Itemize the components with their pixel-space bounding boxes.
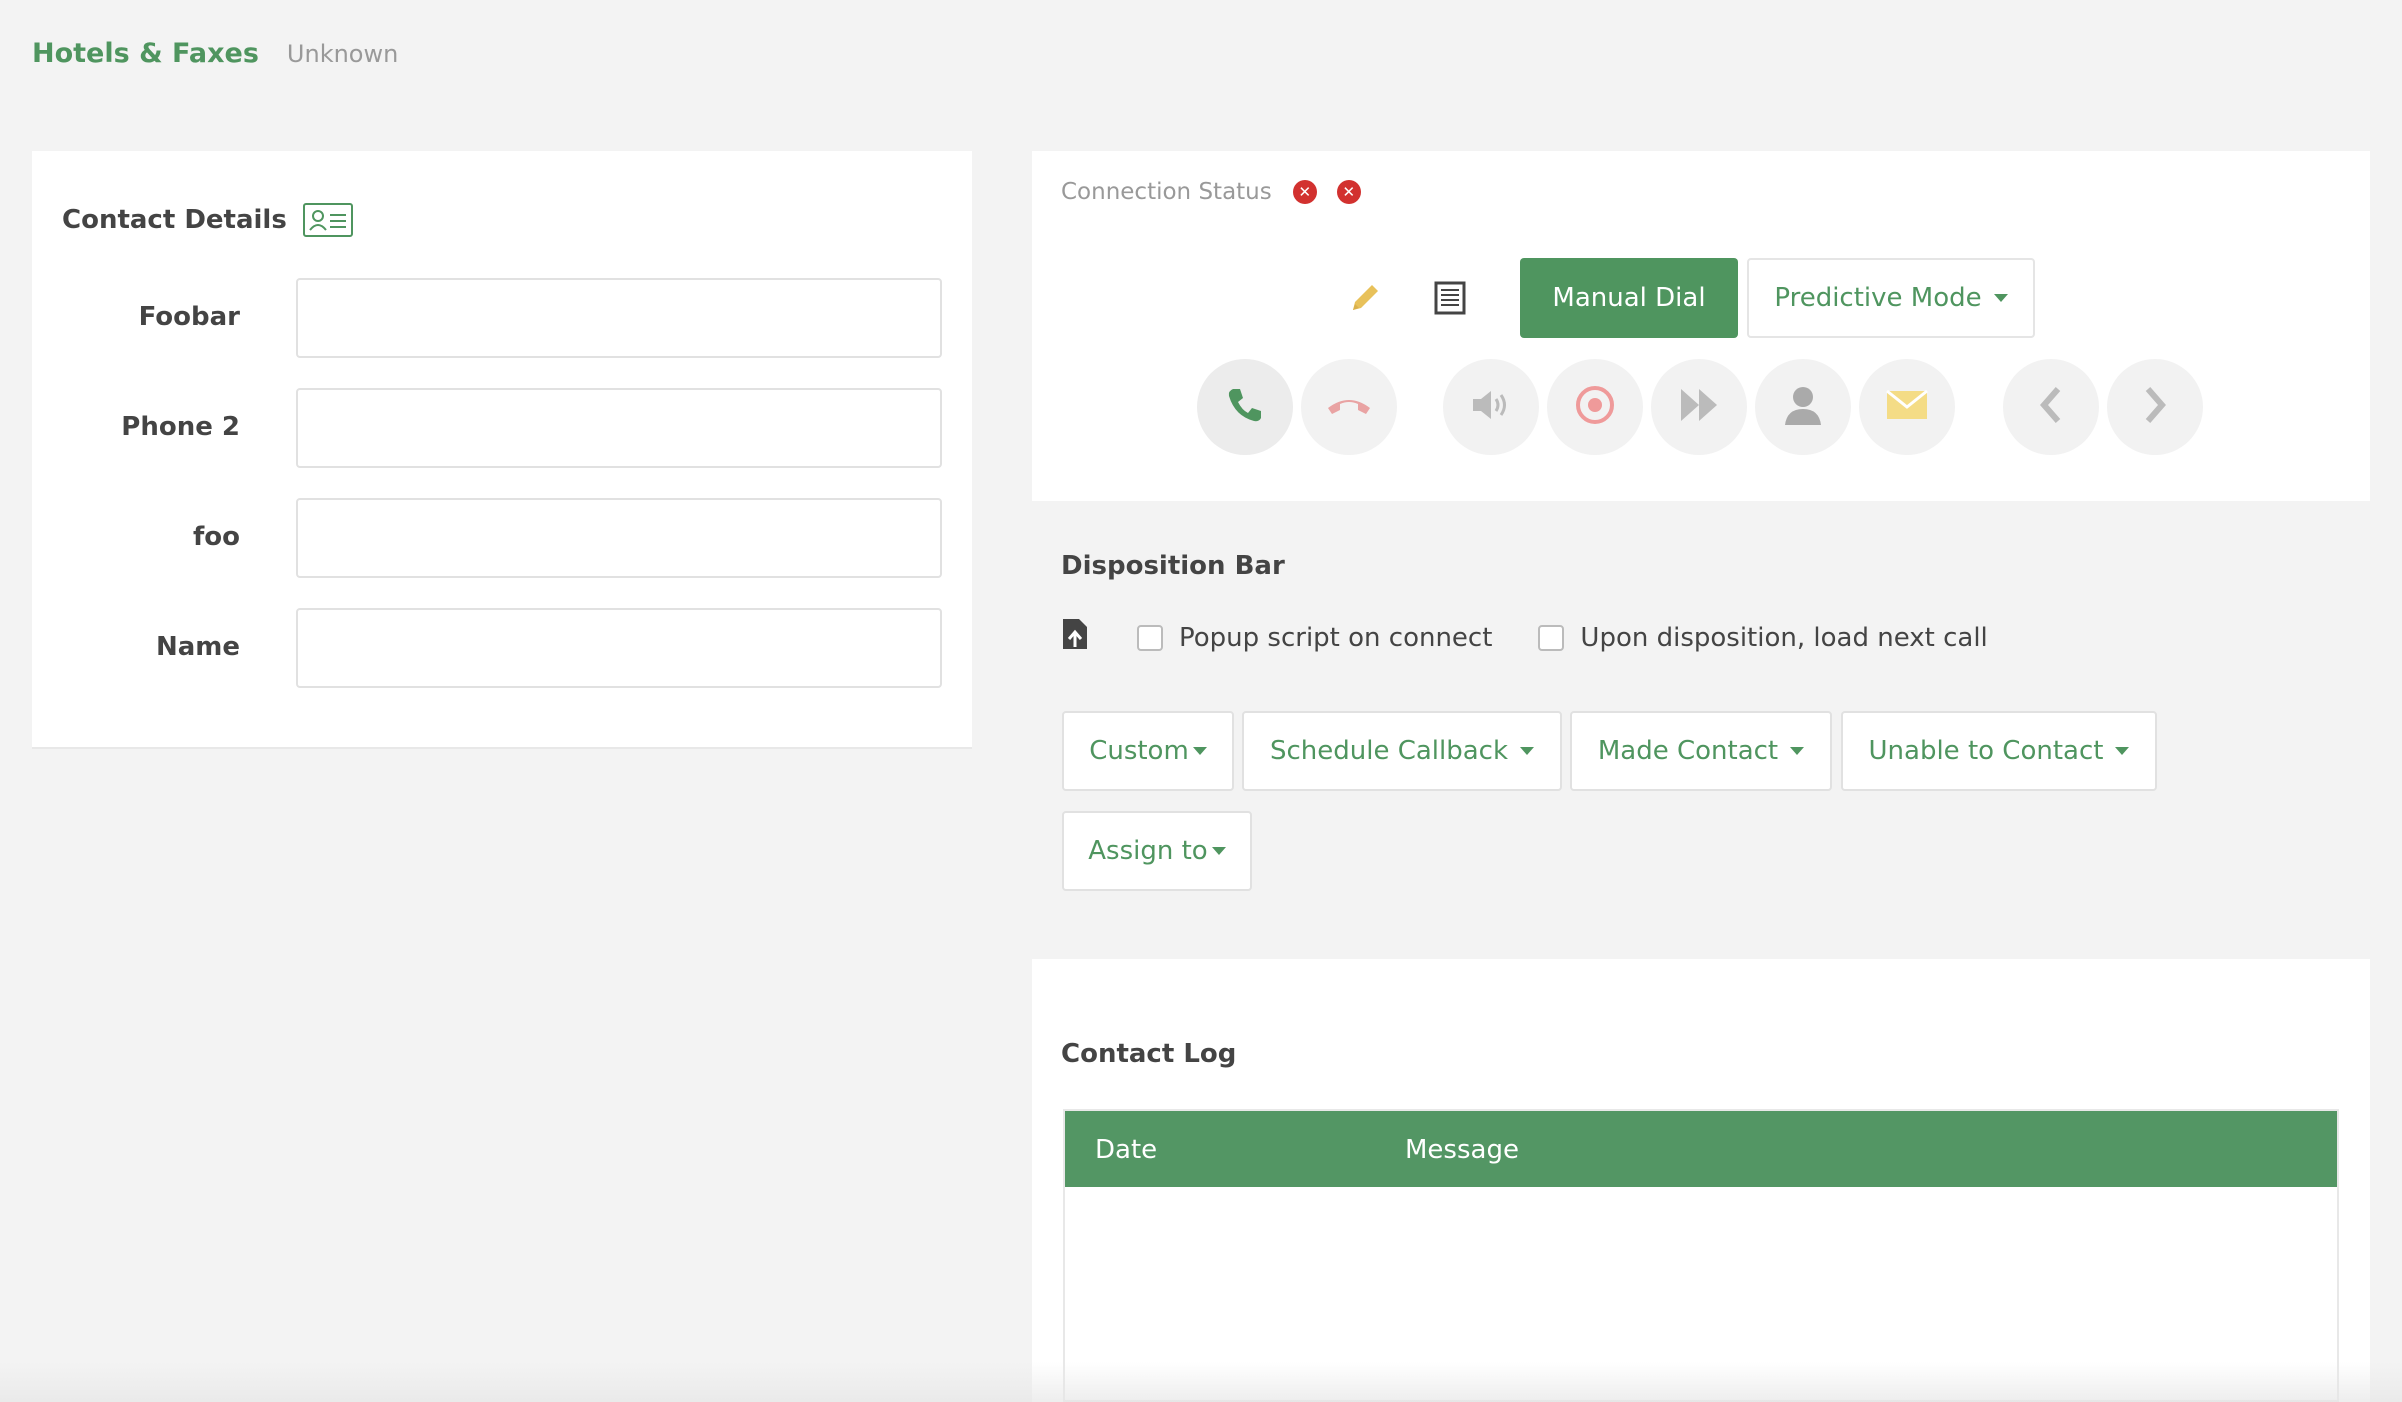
field-input-foobar[interactable] — [296, 278, 942, 358]
made-contact-label: Made Contact — [1597, 736, 1779, 766]
unable-to-contact-dropdown[interactable]: Unable to Contact — [1841, 711, 2157, 791]
contact-log-panel: Contact Log Date Message — [1032, 959, 2370, 1402]
chevron-left-icon — [2036, 385, 2066, 429]
email-button[interactable] — [1859, 359, 1955, 455]
disconnected-icon: ✕ — [1292, 180, 1317, 204]
field-label-phone-2: Phone 2 — [121, 412, 240, 442]
fast-forward-icon — [1677, 385, 1721, 429]
volume-icon — [1469, 385, 1513, 429]
disposition-options: Popup script on connect Upon disposition… — [1061, 617, 1988, 658]
volume-button[interactable] — [1443, 359, 1539, 455]
campaign-title[interactable]: Hotels & Faxes — [32, 38, 259, 69]
field-input-name[interactable] — [296, 608, 942, 688]
chevron-down-icon — [1520, 747, 1535, 755]
pencil-icon[interactable] — [1345, 278, 1385, 318]
field-label-foo: foo — [192, 522, 240, 552]
contact-log-table: Date Message — [1063, 1109, 2339, 1402]
chevron-down-icon — [1211, 847, 1226, 855]
assign-to-label: Assign to — [1088, 836, 1208, 866]
chevron-down-icon — [2115, 747, 2130, 755]
column-header-date[interactable]: Date — [1095, 1135, 1157, 1165]
custom-label: Custom — [1089, 736, 1189, 766]
bottom-fade — [0, 1362, 2402, 1402]
unable-to-contact-label: Unable to Contact — [1868, 736, 2104, 766]
form-row-name: Name — [32, 608, 972, 688]
dialer-panel: Connection Status ✕ ✕ Manual Dial Predic… — [1032, 151, 2370, 501]
predictive-mode-label: Predictive Mode — [1774, 283, 1982, 313]
schedule-callback-dropdown[interactable]: Schedule Callback — [1242, 711, 1562, 791]
disposition-title: Disposition Bar — [1061, 551, 1285, 581]
disconnected-icon: ✕ — [1336, 180, 1361, 204]
table-header: Date Message — [1065, 1111, 2337, 1187]
mail-icon — [1885, 387, 1929, 427]
phone-icon — [1223, 383, 1267, 431]
column-header-message[interactable]: Message — [1405, 1135, 1519, 1165]
skip-button[interactable] — [1651, 359, 1747, 455]
contact-details-heading: Contact Details — [62, 203, 353, 237]
load-next-call-checkbox[interactable] — [1538, 624, 1565, 651]
chevron-down-icon — [1192, 747, 1207, 755]
vcard-icon[interactable] — [302, 203, 353, 237]
user-icon — [1781, 383, 1825, 431]
field-label-foobar: Foobar — [138, 302, 240, 332]
campaign-status: Unknown — [286, 40, 399, 68]
popup-script-checkbox[interactable] — [1137, 624, 1163, 651]
disposition-panel: Disposition Bar Popup script on connect … — [1032, 501, 2370, 959]
page-header: Hotels & Faxes Unknown — [32, 38, 398, 69]
form-row-foo: foo — [32, 498, 972, 578]
predictive-mode-dropdown[interactable]: Predictive Mode — [1747, 258, 2035, 338]
contact-button[interactable] — [1755, 359, 1851, 455]
contact-details-panel: Contact Details Foobar Phone 2 foo Name — [32, 151, 972, 749]
contact-log-title: Contact Log — [1061, 1039, 1237, 1069]
load-next-call-label: Upon disposition, load next call — [1580, 622, 1988, 653]
assign-to-dropdown[interactable]: Assign to — [1062, 811, 1252, 891]
hangup-icon — [1324, 390, 1374, 424]
script-upload-icon[interactable] — [1061, 617, 1089, 658]
record-button[interactable] — [1547, 359, 1643, 455]
field-input-phone-2[interactable] — [296, 388, 942, 468]
call-button[interactable] — [1197, 359, 1293, 455]
connection-status: Connection Status ✕ ✕ — [1061, 179, 1361, 205]
chevron-right-icon — [2140, 385, 2170, 429]
contact-details-title: Contact Details — [62, 205, 287, 235]
popup-script-label: Popup script on connect — [1179, 622, 1493, 653]
connection-status-label: Connection Status — [1061, 179, 1272, 205]
record-icon — [1573, 383, 1617, 431]
manual-dial-button[interactable]: Manual Dial — [1520, 258, 1738, 338]
list-icon[interactable] — [1430, 278, 1470, 318]
next-button[interactable] — [2107, 359, 2203, 455]
previous-button[interactable] — [2003, 359, 2099, 455]
chevron-down-icon — [1790, 747, 1805, 755]
made-contact-dropdown[interactable]: Made Contact — [1570, 711, 1832, 791]
field-input-foo[interactable] — [296, 498, 942, 578]
hangup-button[interactable] — [1301, 359, 1397, 455]
schedule-callback-label: Schedule Callback — [1269, 736, 1509, 766]
form-row-phone-2: Phone 2 — [32, 388, 972, 468]
form-row-foobar: Foobar — [32, 278, 972, 358]
chevron-down-icon — [1993, 294, 2008, 302]
field-label-name: Name — [155, 632, 240, 662]
custom-dropdown[interactable]: Custom — [1062, 711, 1234, 791]
